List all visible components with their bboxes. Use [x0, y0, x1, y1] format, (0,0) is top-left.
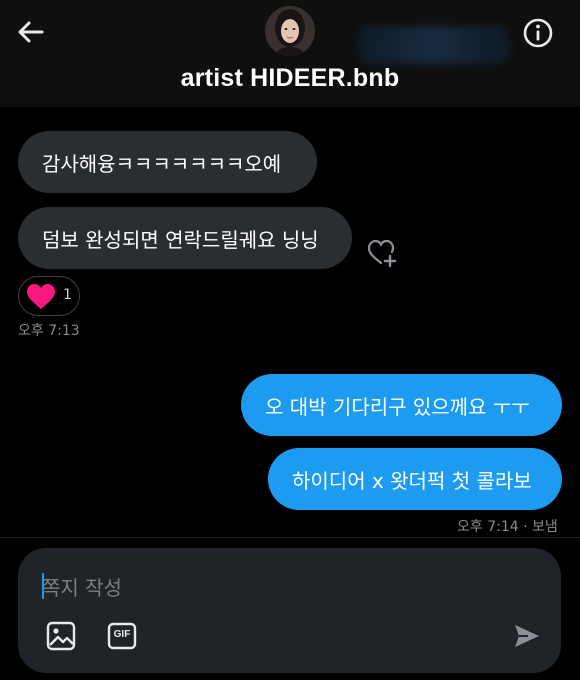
arrow-left-icon[interactable] — [14, 15, 48, 49]
heart-plus-icon[interactable] — [366, 238, 398, 268]
image-icon[interactable] — [46, 621, 76, 651]
message-bubble-incoming[interactable]: 덤보 완성되면 연락드릴궤요 닝닝 — [18, 207, 352, 269]
message-input[interactable]: 쪽지 작성 — [42, 572, 122, 601]
message-composer[interactable]: 쪽지 작성 GIF — [18, 548, 561, 673]
heart-icon — [27, 284, 55, 309]
message-bubble-incoming[interactable]: 감사해융ㅋㅋㅋㅋㅋㅋㅋ오예 — [18, 131, 317, 193]
gif-label: GIF — [113, 629, 131, 640]
info-circle-icon[interactable] — [520, 15, 556, 51]
gif-button[interactable]: GIF — [107, 621, 137, 651]
message-bubble-outgoing[interactable]: 하이디어 x 왓더퍽 첫 콜라보 — [268, 448, 562, 510]
message-timestamp-sent: 오후 7:14 · 보냄 — [457, 519, 558, 535]
avatar[interactable] — [265, 6, 315, 56]
conversation-header: artist HIDEER.bnb — [0, 0, 580, 107]
reaction-badge[interactable]: 1 — [18, 276, 80, 316]
divider — [0, 537, 580, 538]
avatar-image — [265, 6, 315, 56]
send-icon[interactable] — [512, 621, 542, 651]
reaction-count: 1 — [63, 287, 72, 303]
blurred-region — [358, 26, 510, 64]
conversation-title[interactable]: artist HIDEER.bnb — [0, 64, 580, 93]
message-bubble-outgoing[interactable]: 오 대박 기다리구 있으께요 ㅜㅜ — [241, 374, 562, 436]
message-timestamp: 오후 7:13 — [18, 323, 80, 339]
